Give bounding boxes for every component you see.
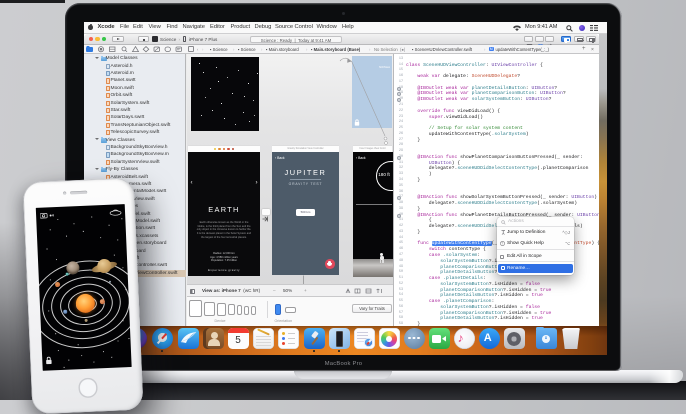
svg-text:?: ? [502,241,504,245]
